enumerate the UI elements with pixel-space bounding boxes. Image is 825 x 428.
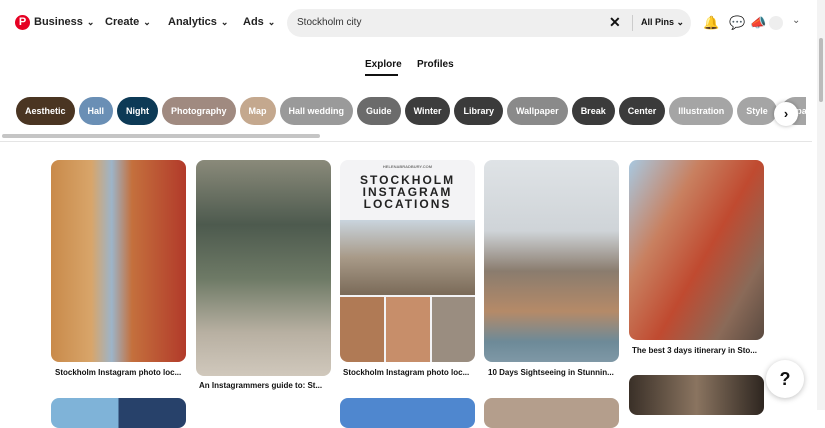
pin-image[interactable]: HELENABRADBURY.COM STOCKHOLM INSTAGRAM L… [340, 160, 475, 362]
clear-search-icon[interactable]: ✕ [609, 14, 621, 31]
chevron-down-icon: ⌄ [143, 17, 151, 27]
pin-image[interactable] [484, 160, 619, 362]
chevron-down-icon: ⌄ [676, 17, 685, 27]
divider [0, 141, 812, 142]
chevron-down-icon[interactable]: ⌄ [792, 15, 800, 26]
scrollbar-thumb[interactable] [819, 38, 823, 102]
pin-photo [386, 297, 430, 362]
chevron-right-icon[interactable]: › [774, 102, 798, 126]
filter-pill[interactable]: Hall wedding [279, 97, 354, 125]
filter-pill[interactable]: Night [117, 97, 159, 125]
pin-title[interactable]: The best 3 days itinerary in Sto... [632, 346, 757, 355]
pin-overlay-text: STOCKHOLM INSTAGRAM LOCATIONS [360, 173, 456, 211]
pin-photo [340, 297, 384, 362]
chevron-down-icon: ⌄ [267, 17, 276, 27]
filter-pill[interactable]: Aesthetic [16, 97, 75, 125]
chevron-down-icon: ⌄ [220, 17, 229, 27]
pin-image[interactable] [629, 160, 764, 340]
site-watermark: HELENABRADBURY.COM [382, 164, 433, 169]
search-bar: Stockholm city ✕ All Pins ⌄ [287, 9, 691, 37]
pin-image[interactable] [340, 398, 475, 428]
pin-title[interactable]: Stockholm Instagram photo loc... [343, 368, 469, 377]
nav-label: Business [34, 16, 83, 28]
top-nav: P Business ⌄ Create ⌄ Analytics ⌄ Ads ⌄ Stoc… [0, 8, 815, 38]
nav-label: Analytics [168, 16, 217, 28]
active-tab-indicator [365, 74, 398, 76]
filter-pill[interactable]: Hall [78, 97, 114, 125]
pin-photo [340, 220, 475, 295]
filter-pill[interactable]: Photography [162, 97, 236, 125]
horizontal-scrollbar[interactable] [2, 134, 320, 138]
filter-pill[interactable]: Center [618, 97, 666, 125]
bell-icon[interactable]: 🔔 [703, 15, 719, 31]
tab-explore[interactable]: Explore [365, 59, 402, 70]
filter-pill[interactable]: Style [737, 97, 777, 125]
filter-pill[interactable]: Illustration [669, 97, 734, 125]
help-button[interactable]: ? [766, 360, 804, 398]
pin-image[interactable] [51, 398, 186, 428]
pin-image[interactable] [196, 160, 331, 376]
chevron-down-icon: ⌄ [86, 17, 95, 27]
filter-pill[interactable]: Guide [357, 97, 401, 125]
filter-pills: Aesthetic Hall Night Photography Map Hall wed… [16, 97, 806, 125]
filter-pill[interactable]: Wallpaper [507, 97, 568, 125]
filter-pill[interactable]: Library [454, 97, 503, 125]
tab-profiles[interactable]: Profiles [417, 59, 454, 70]
filter-pill[interactable]: Map [239, 97, 276, 125]
scope-dropdown[interactable]: All Pins ⌄ [641, 17, 684, 28]
nav-business[interactable]: Business ⌄ [34, 16, 94, 28]
pin-image[interactable] [51, 160, 186, 362]
nav-label: Create [105, 16, 140, 28]
pin-photo [432, 297, 475, 362]
search-input[interactable]: Stockholm city [297, 17, 361, 28]
nav-analytics[interactable]: Analytics ⌄ [168, 16, 228, 28]
nav-label: Ads [243, 16, 264, 28]
pinterest-logo-icon[interactable]: P [15, 15, 30, 30]
divider [632, 15, 633, 31]
pin-image[interactable] [484, 398, 619, 428]
filter-pill[interactable]: Break [571, 97, 615, 125]
scope-label: All Pins [641, 17, 675, 27]
pin-title[interactable]: An Instagrammers guide to: St... [199, 381, 322, 390]
pin-title[interactable]: Stockholm Instagram photo loc... [55, 368, 181, 377]
filter-pill[interactable]: Winter [404, 97, 451, 125]
pin-title[interactable]: 10 Days Sightseeing in Stunnin... [488, 368, 614, 377]
vertical-scrollbar[interactable] [817, 0, 825, 410]
nav-create[interactable]: Create ⌄ [105, 16, 151, 28]
nav-ads[interactable]: Ads ⌄ [243, 16, 275, 28]
megaphone-icon[interactable]: 📣 [750, 15, 766, 31]
messages-icon[interactable]: 💬 [729, 15, 745, 31]
avatar[interactable] [769, 16, 783, 30]
pin-image[interactable] [629, 375, 764, 415]
